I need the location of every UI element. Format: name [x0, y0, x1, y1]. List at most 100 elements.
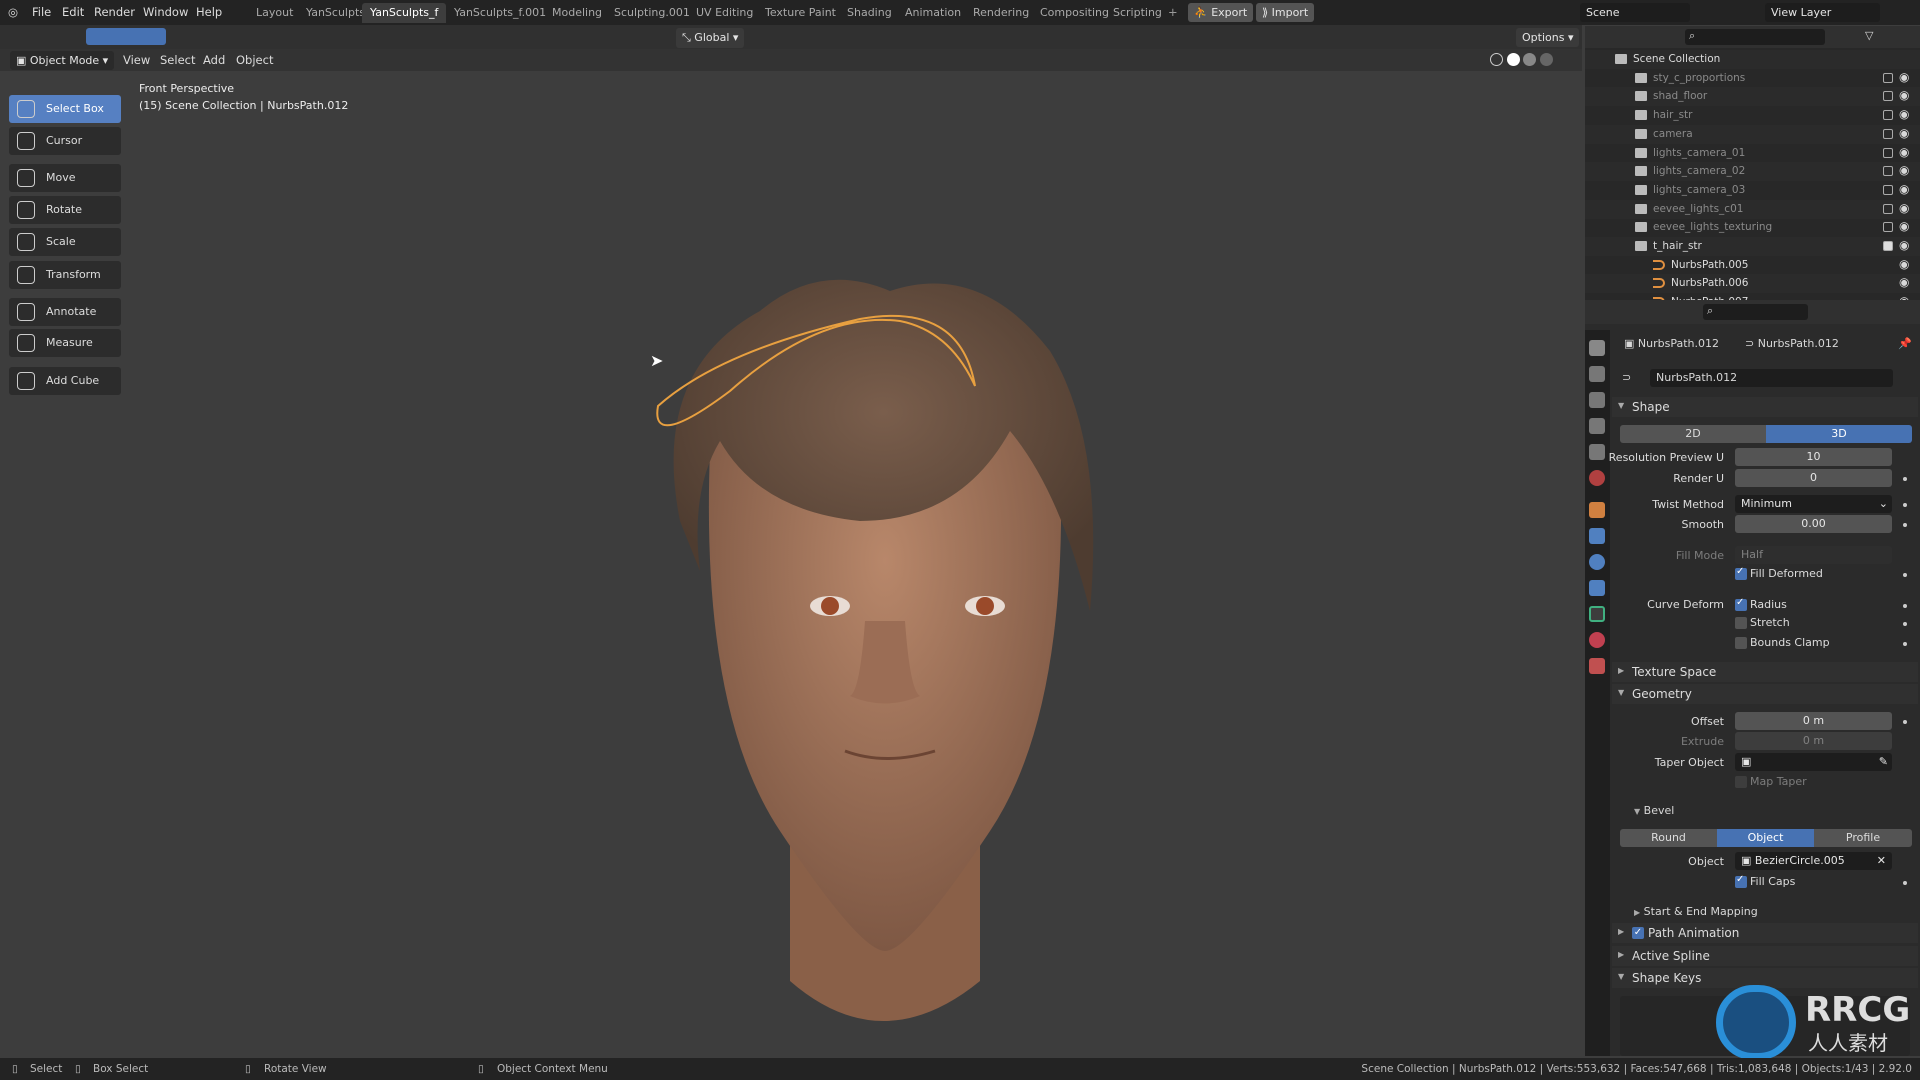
tool-cursor[interactable]: Cursor: [9, 127, 121, 155]
exclude-checkbox[interactable]: [1883, 91, 1893, 102]
eye-icon[interactable]: ◉: [1899, 275, 1909, 289]
menu-window[interactable]: Window: [143, 5, 188, 19]
map-taper-checkbox[interactable]: [1735, 776, 1747, 788]
bevel-object-field[interactable]: ▣ BezierCircle.005 ✕: [1735, 852, 1892, 870]
keyframe-dot[interactable]: [1903, 477, 1907, 481]
tab-workspace[interactable]: YanSculpts_f: [362, 3, 447, 23]
outliner-root[interactable]: Scene Collection: [1585, 50, 1920, 69]
menu-select[interactable]: Select: [160, 53, 195, 67]
resolution-preview-field[interactable]: 10: [1735, 448, 1892, 466]
scene-selector[interactable]: Scene: [1580, 3, 1690, 22]
keyframe-dot[interactable]: [1903, 573, 1907, 577]
menu-edit[interactable]: Edit: [62, 5, 84, 19]
dimension-3d[interactable]: 3D: [1766, 425, 1912, 443]
eye-icon[interactable]: ◉: [1899, 70, 1909, 84]
exclude-checkbox[interactable]: [1883, 222, 1893, 233]
tool-select-box[interactable]: Select Box: [9, 95, 121, 123]
transform-orientation-dropdown[interactable]: ⤡ Global ▾: [676, 28, 745, 48]
keyframe-dot[interactable]: [1903, 622, 1907, 626]
tab-workspace[interactable]: Texture Paint: [757, 3, 844, 23]
outliner-collection[interactable]: lights_camera_02 ◉: [1585, 162, 1920, 182]
keyframe-dot[interactable]: [1903, 881, 1907, 885]
bounds-clamp-checkbox[interactable]: [1735, 637, 1747, 649]
view-layer-selector[interactable]: View Layer: [1765, 3, 1880, 22]
panel-shape[interactable]: ▼ Shape: [1612, 397, 1918, 417]
eye-icon[interactable]: ◉: [1899, 163, 1909, 177]
panel-path-animation[interactable]: ▶ ✓ Path Animation: [1612, 923, 1918, 943]
eye-icon[interactable]: ◉: [1899, 201, 1909, 215]
outliner-collection[interactable]: lights_camera_01 ◉: [1585, 144, 1920, 163]
smooth-field[interactable]: 0.00: [1735, 515, 1892, 533]
menu-view[interactable]: View: [123, 53, 150, 67]
world-tab-icon[interactable]: [1589, 470, 1605, 486]
head-sculpt-model[interactable]: [560, 191, 1180, 1056]
exclude-checkbox[interactable]: [1883, 128, 1893, 139]
bevel-mode-round[interactable]: Round: [1620, 829, 1717, 847]
tab-workspace[interactable]: Rendering: [965, 3, 1037, 23]
tool-transform[interactable]: Transform: [9, 261, 121, 289]
offset-field[interactable]: 0 m: [1735, 712, 1892, 730]
taper-object-field[interactable]: ▣ ✎: [1735, 753, 1892, 771]
exclude-checkbox[interactable]: [1883, 72, 1893, 83]
tab-workspace[interactable]: YanSculpts_f.001: [446, 3, 554, 23]
outliner-collection[interactable]: eevee_lights_texturing ◉: [1585, 218, 1920, 237]
scene-tab-icon[interactable]: [1589, 444, 1605, 460]
tool-tab-icon[interactable]: [1589, 340, 1605, 356]
tab-workspace[interactable]: Modeling: [544, 3, 610, 23]
eye-icon[interactable]: ◉: [1899, 126, 1909, 140]
outliner-collection[interactable]: lights_camera_03 ◉: [1585, 181, 1920, 200]
tool-measure[interactable]: Measure: [9, 329, 121, 357]
tool-scale[interactable]: Scale: [9, 228, 121, 256]
exclude-checkbox[interactable]: [1883, 110, 1893, 121]
filter-icon[interactable]: ▽: [1865, 29, 1873, 42]
keyframe-dot[interactable]: [1903, 503, 1907, 507]
keyframe-dot[interactable]: [1903, 604, 1907, 608]
view-layer-tab-icon[interactable]: [1589, 418, 1605, 434]
keyframe-dot[interactable]: [1903, 642, 1907, 646]
physics-tab-icon[interactable]: [1589, 554, 1605, 570]
outliner-collection[interactable]: shad_floor ◉: [1585, 87, 1920, 107]
tab-workspace[interactable]: Scripting: [1105, 3, 1170, 23]
outliner-collection[interactable]: sty_c_proportions ◉: [1585, 69, 1920, 88]
stretch-checkbox[interactable]: [1735, 617, 1747, 629]
exclude-checkbox[interactable]: [1883, 203, 1893, 214]
render-tab-icon[interactable]: [1589, 366, 1605, 382]
outliner-search-input[interactable]: ⌕: [1685, 29, 1825, 45]
clear-icon[interactable]: ✕: [1877, 854, 1892, 867]
fill-deformed-checkbox[interactable]: [1735, 566, 1747, 580]
options-dropdown[interactable]: Options ▾: [1516, 28, 1580, 47]
tab-workspace[interactable]: Sculpting.001: [606, 3, 698, 23]
exclude-checkbox[interactable]: [1883, 184, 1893, 195]
exclude-checkbox[interactable]: [1883, 166, 1893, 177]
keyframe-dot[interactable]: [1903, 523, 1907, 527]
tab-workspace[interactable]: Shading: [839, 3, 900, 23]
outliner-collection[interactable]: camera ◉: [1585, 124, 1920, 144]
panel-texture-space[interactable]: ▶ Texture Space: [1612, 662, 1918, 682]
output-tab-icon[interactable]: [1589, 392, 1605, 408]
pin-icon[interactable]: 📌: [1898, 337, 1912, 350]
menu-render[interactable]: Render: [94, 5, 135, 19]
curve-data-tab-icon[interactable]: [1589, 606, 1605, 622]
outliner-object[interactable]: NurbsPath.005 ◉: [1585, 256, 1920, 275]
outliner-collection[interactable]: hair_str ◉: [1585, 106, 1920, 125]
keyframe-dot[interactable]: [1903, 720, 1907, 724]
object-tab-icon[interactable]: [1589, 502, 1605, 518]
fill-caps-checkbox[interactable]: [1735, 874, 1747, 888]
tool-add-cube[interactable]: Add Cube: [9, 367, 121, 395]
properties-search-input[interactable]: ⌕: [1703, 304, 1808, 320]
tool-move[interactable]: Move: [9, 164, 121, 192]
exclude-checkbox[interactable]: [1883, 241, 1893, 251]
menu-add[interactable]: Add: [203, 53, 225, 67]
eye-icon[interactable]: ◉: [1899, 257, 1909, 271]
eye-icon[interactable]: ◉: [1899, 88, 1909, 102]
exclude-checkbox[interactable]: [1883, 147, 1893, 158]
selection-mode-buttons[interactable]: [86, 28, 166, 45]
fill-mode-dropdown[interactable]: Half: [1735, 546, 1892, 564]
tab-workspace[interactable]: Animation: [897, 3, 969, 23]
tool-annotate[interactable]: Annotate: [9, 298, 121, 326]
subpanel-bevel[interactable]: ▼ Bevel: [1634, 804, 1674, 817]
bevel-mode-object[interactable]: Object: [1717, 829, 1814, 847]
modifier-tab-icon[interactable]: [1589, 528, 1605, 544]
import-button[interactable]: ⟫ Import: [1256, 3, 1315, 22]
3d-viewport[interactable]: Front Perspective (15) Scene Collection …: [0, 71, 1582, 1056]
